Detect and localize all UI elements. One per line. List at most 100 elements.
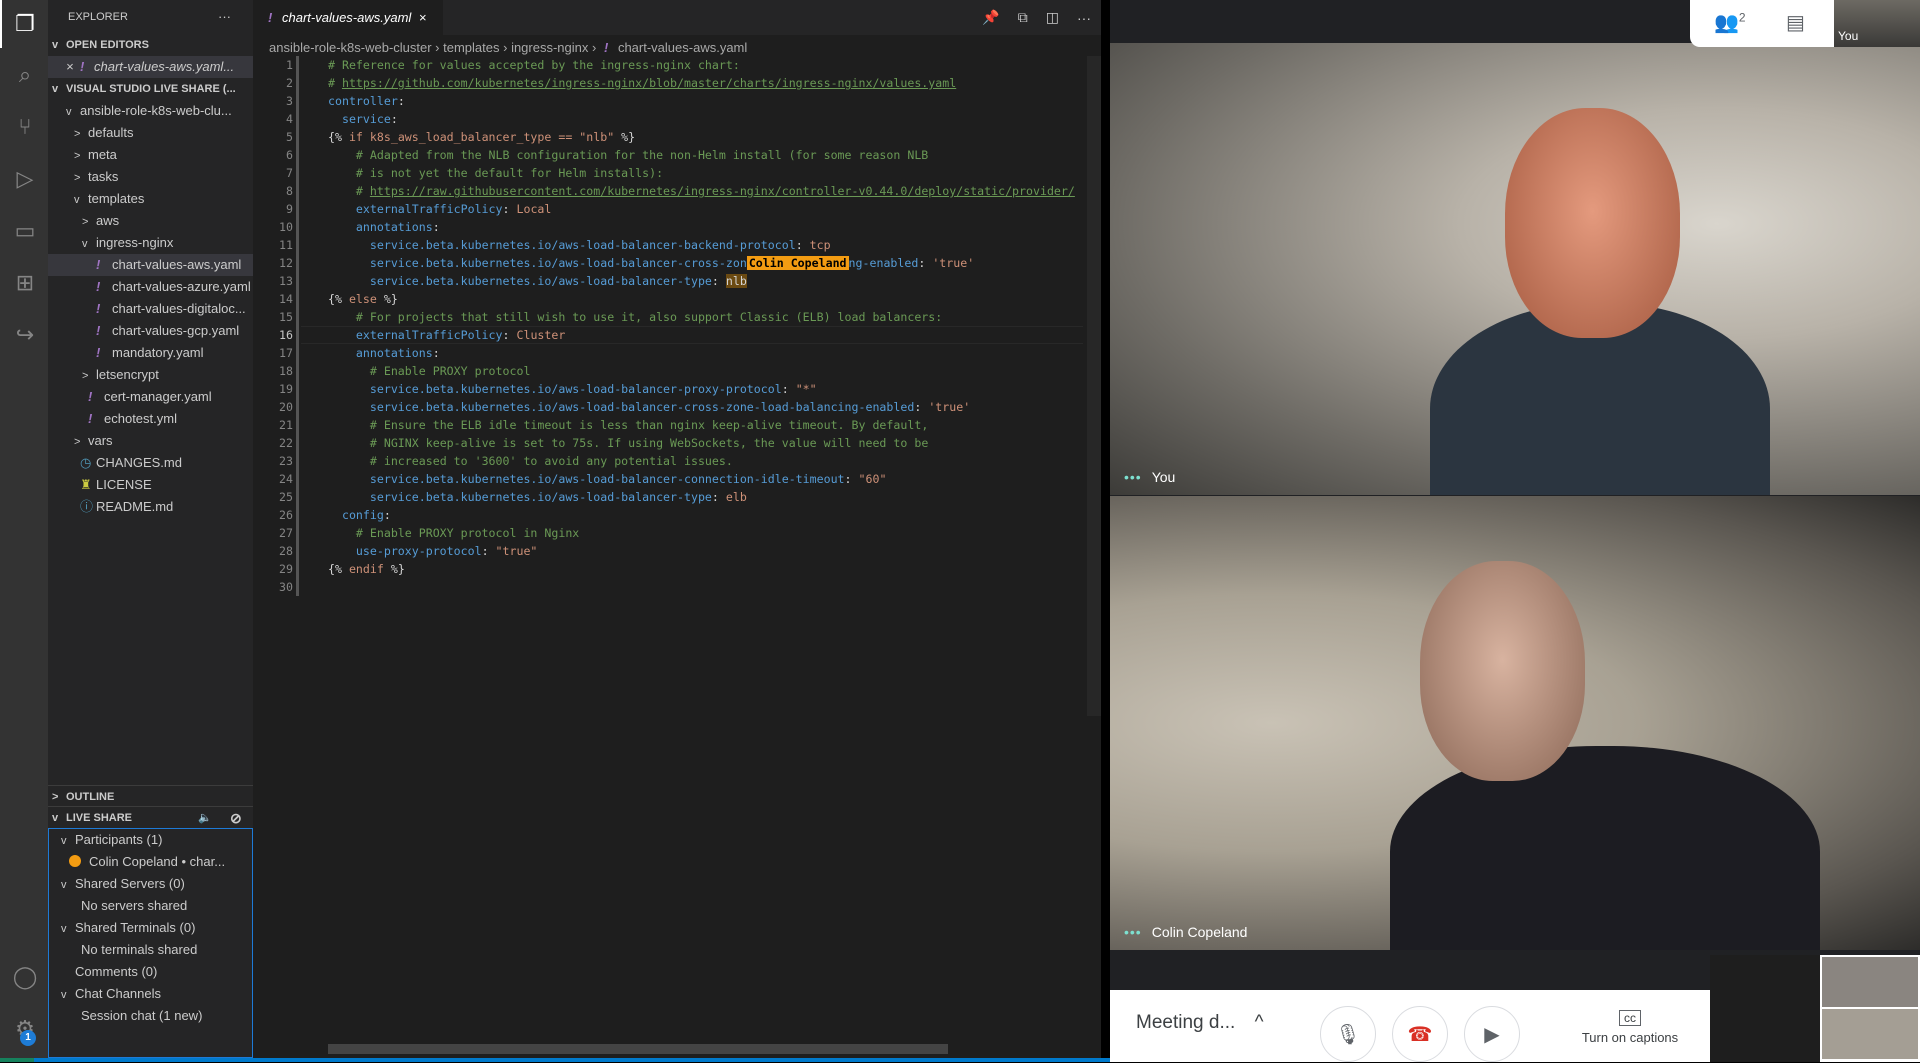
- meet-top-controls: 👥2 ▤: [1690, 0, 1834, 47]
- tree-item[interactable]: > defaults: [48, 122, 253, 144]
- breadcrumb-item[interactable]: ansible-role-k8s-web-cluster: [269, 40, 432, 55]
- close-icon[interactable]: ×: [66, 56, 80, 78]
- breadcrumb-item[interactable]: chart-values-aws.yaml: [618, 40, 747, 55]
- search-icon[interactable]: ⌕: [12, 62, 38, 88]
- remote-explorer-icon[interactable]: ▭: [12, 218, 38, 244]
- audio-icon[interactable]: 🔈: [198, 807, 212, 828]
- breadcrumb-item[interactable]: templates: [443, 40, 499, 55]
- tab-chart-values-aws[interactable]: ! chart-values-aws.yaml ×: [253, 0, 443, 35]
- tree-item[interactable]: ! echotest.yml: [48, 408, 253, 430]
- cc-icon: cc: [1619, 1010, 1641, 1026]
- line-number: 16: [279, 328, 293, 342]
- tree-item[interactable]: > aws: [48, 210, 253, 232]
- chevron-icon: v: [66, 106, 72, 118]
- camera-button[interactable]: ▶: [1464, 1006, 1520, 1062]
- line-number: 5: [286, 130, 293, 144]
- line-number: 15: [279, 310, 293, 324]
- code-line: annotations:: [328, 218, 440, 236]
- tree-item[interactable]: > letsencrypt: [48, 364, 253, 386]
- source-control-icon[interactable]: ⑂: [12, 114, 38, 140]
- code-token: "60": [858, 472, 887, 486]
- line-number: 9: [286, 202, 293, 216]
- live-share-item-label: Participants (1): [75, 832, 163, 847]
- yaml-file-icon: !: [88, 411, 93, 426]
- live-share-item[interactable]: v Participants (1): [49, 829, 252, 851]
- pin-icon[interactable]: 📌: [982, 9, 999, 26]
- split-editor-icon[interactable]: ◫: [1046, 9, 1059, 26]
- video-tile-you[interactable]: ••• You: [1110, 43, 1920, 495]
- captions-button[interactable]: cc Turn on captions: [1575, 1010, 1685, 1045]
- vertical-scrollbar[interactable]: [1087, 56, 1101, 716]
- more-actions-icon[interactable]: ···: [1077, 10, 1091, 26]
- tree-item[interactable]: ! chart-values-azure.yaml: [48, 276, 253, 298]
- tree-item-label: cert-manager.yaml: [104, 389, 212, 404]
- open-editors-header[interactable]: v OPEN EDITORS: [48, 34, 253, 56]
- remote-indicator[interactable]: [0, 1058, 34, 1062]
- follow-participant-icon[interactable]: ⧉: [1018, 9, 1028, 26]
- code-line: {% endif %}: [328, 560, 405, 578]
- leave-call-button[interactable]: ☎: [1392, 1006, 1448, 1062]
- code-token: {%: [328, 562, 349, 576]
- preview-tile: [1822, 957, 1918, 1007]
- live-share-item[interactable]: Comments (0): [49, 961, 252, 983]
- live-share-item[interactable]: No terminals shared: [49, 939, 252, 961]
- tab-bar: ! chart-values-aws.yaml × 📌 ⧉ ◫ ···: [253, 0, 1101, 35]
- people-icon[interactable]: 👥2: [1714, 10, 1746, 35]
- outline-header[interactable]: > OUTLINE: [48, 785, 253, 807]
- stop-sharing-icon[interactable]: ⊘: [230, 807, 242, 828]
- tree-item[interactable]: > vars: [48, 430, 253, 452]
- presentation-thumbnail[interactable]: [1710, 955, 1920, 1062]
- video-tile-colin[interactable]: ••• Colin Copeland: [1110, 496, 1920, 950]
- account-icon[interactable]: ◯: [12, 964, 38, 990]
- code-token: 'true': [932, 256, 975, 270]
- horizontal-scrollbar[interactable]: [328, 1044, 948, 1054]
- tree-item[interactable]: ! mandatory.yaml: [48, 342, 253, 364]
- live-share-item[interactable]: Session chat (1 new): [49, 1005, 252, 1027]
- breadcrumb-item[interactable]: ingress-nginx: [511, 40, 588, 55]
- yaml-file-icon: !: [96, 257, 101, 272]
- chat-icon[interactable]: ▤: [1786, 10, 1805, 35]
- tree-item[interactable]: v ingress-nginx: [48, 232, 253, 254]
- more-options-icon[interactable]: •••: [1124, 469, 1142, 485]
- tree-item[interactable]: ◷ CHANGES.md: [48, 452, 253, 474]
- tree-item[interactable]: ♜ LICENSE: [48, 474, 253, 496]
- live-share-item[interactable]: Colin Copeland • char...: [49, 851, 252, 873]
- code-token: annotations: [355, 220, 433, 234]
- chevron-icon: >: [82, 370, 89, 382]
- tree-item[interactable]: v templates: [48, 188, 253, 210]
- microphone-button[interactable]: 🎙: [1320, 1006, 1376, 1062]
- code-token: Cluster: [516, 328, 566, 342]
- tree-item[interactable]: ! cert-manager.yaml: [48, 386, 253, 408]
- tree-item[interactable]: ! chart-values-aws.yaml: [48, 254, 253, 276]
- live-share-item[interactable]: v Chat Channels: [49, 983, 252, 1005]
- code-token: service.beta.kubernetes.io/aws-load-bala…: [369, 274, 712, 288]
- tree-item[interactable]: ! chart-values-gcp.yaml: [48, 320, 253, 342]
- close-tab-icon[interactable]: ×: [419, 10, 427, 25]
- live-share-icon[interactable]: ↪: [12, 322, 38, 348]
- explorer-icon[interactable]: ❐: [12, 11, 38, 37]
- live-share-item[interactable]: No servers shared: [49, 895, 252, 917]
- live-share-item[interactable]: v Shared Servers (0): [49, 873, 252, 895]
- run-debug-icon[interactable]: ▷: [12, 166, 38, 192]
- tree-item[interactable]: v ansible-role-k8s-web-clu...: [48, 100, 253, 122]
- code-token: service.beta.kubernetes.io/aws-load-bala…: [369, 472, 845, 486]
- more-actions-button[interactable]: ···: [218, 6, 238, 28]
- tree-item[interactable]: > meta: [48, 144, 253, 166]
- chevron-icon: v: [61, 923, 67, 935]
- open-editor-item[interactable]: ×! chart-values-aws.yaml...: [48, 56, 253, 78]
- extensions-icon[interactable]: ⊞: [12, 270, 38, 296]
- live-share-item-label: Shared Terminals (0): [75, 920, 196, 935]
- tree-item[interactable]: ⓘ README.md: [48, 496, 253, 518]
- tree-item[interactable]: ! chart-values-digitaloc...: [48, 298, 253, 320]
- chevron-icon: v: [61, 989, 67, 1001]
- workspace-header[interactable]: v VISUAL STUDIO LIVE SHARE (...: [48, 78, 253, 100]
- live-share-header[interactable]: v LIVE SHARE 🔈 ⊘: [48, 806, 253, 828]
- more-options-icon[interactable]: •••: [1124, 924, 1142, 940]
- code-line: use-proxy-protocol: "true": [328, 542, 538, 560]
- meeting-details-button[interactable]: Meeting d... ^: [1136, 1012, 1263, 1034]
- tree-item[interactable]: > tasks: [48, 166, 253, 188]
- live-share-item[interactable]: v Shared Terminals (0): [49, 917, 252, 939]
- code-token: annotations: [355, 346, 433, 360]
